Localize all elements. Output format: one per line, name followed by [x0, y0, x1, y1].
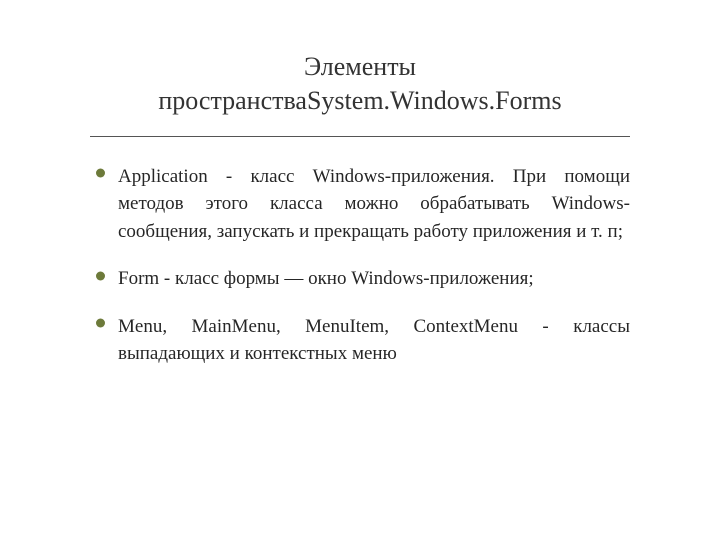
slide-title: Элементы пространстваSystem.Windows.Form…	[90, 50, 630, 118]
bullet-text: Form - класс формы — окно Windows-прилож…	[118, 268, 534, 289]
list-item: Form - класс формы — окно Windows-прилож…	[96, 265, 630, 293]
title-line-1: Элементы	[304, 52, 416, 81]
list-item: Menu, MainMenu, MenuItem, ContextMenu - …	[96, 313, 630, 368]
list-item: Application - класс Windows-приложения. …	[96, 163, 630, 246]
bullet-text: Menu, MainMenu, MenuItem, ContextMenu - …	[118, 316, 630, 365]
bullet-text: Application - класс Windows-приложения. …	[118, 166, 630, 242]
slide: Элементы пространстваSystem.Windows.Form…	[0, 0, 720, 540]
title-divider	[90, 136, 630, 137]
title-line-2: пространстваSystem.Windows.Forms	[158, 86, 561, 115]
bullet-list: Application - класс Windows-приложения. …	[90, 163, 630, 368]
